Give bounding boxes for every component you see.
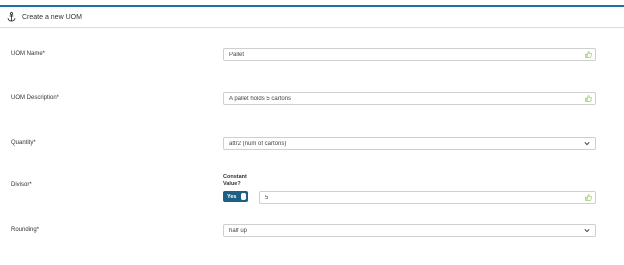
chevron-down-icon [582,226,592,236]
uom-description-label: UOM Description* [11,95,60,101]
chevron-down-icon [582,139,592,149]
thumbs-up-icon [583,94,593,104]
divisor-value: 5 [265,194,269,201]
thumbs-up-icon [583,193,593,203]
thumbs-up-icon [583,50,593,60]
constant-value-toggle[interactable]: Yes [223,191,248,202]
constant-value-label: Constant Value? [223,174,247,188]
panel-header: Create a new UOM [0,7,624,28]
divisor-input[interactable]: 5 [259,191,596,204]
rounding-label: Rounding* [11,227,40,233]
uom-name-label: UOM Name* [11,51,46,57]
toggle-label: Yes [227,193,237,200]
uom-description-input[interactable]: A pallet holds 5 cartons [223,92,596,105]
divisor-label: Divisor* [11,182,32,188]
toggle-knob [241,193,246,200]
uom-name-value: Pallet [229,51,245,58]
quantity-select[interactable]: attr2 (num of cartons) [223,137,596,150]
rounding-selected-value: half up [229,227,248,234]
rounding-select[interactable]: half up [223,224,596,237]
constant-value-label-line2: Value? [223,181,241,187]
quantity-label: Quantity* [11,140,36,146]
constant-value-label-line1: Constant [223,174,247,180]
uom-name-input[interactable]: Pallet [223,48,596,61]
quantity-selected-value: attr2 (num of cartons) [229,140,287,147]
anchor-icon [6,11,16,23]
uom-description-value: A pallet holds 5 cartons [229,95,292,102]
page-title: Create a new UOM [22,13,82,21]
